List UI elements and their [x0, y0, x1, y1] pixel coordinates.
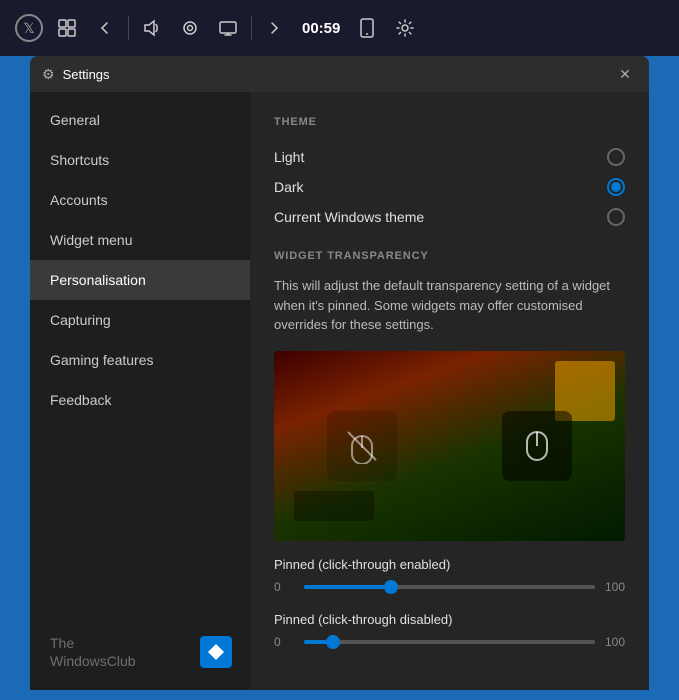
sidebar-item-general[interactable]: General [30, 100, 250, 140]
settings-title: Settings [63, 67, 605, 82]
xbox-icon[interactable]: 𝕏 [10, 9, 48, 47]
sidebar-item-capturing[interactable]: Capturing [30, 300, 250, 340]
divider [128, 16, 129, 40]
settings-content: THEME Light Dark Current Windows theme W… [250, 92, 649, 690]
watermark-line2: WindowsClub [50, 652, 136, 670]
screen-icon[interactable] [209, 9, 247, 47]
windowsclub-logo [200, 636, 232, 668]
slider2-track[interactable] [304, 640, 595, 644]
slider1-max: 100 [605, 580, 625, 594]
settings-window: ⚙ Settings ✕ General Shortcuts Accounts … [30, 56, 649, 690]
settings-titlebar: ⚙ Settings ✕ [30, 56, 649, 92]
transparency-preview [274, 351, 625, 541]
transparency-description: This will adjust the default transparenc… [274, 276, 625, 335]
sidebar-item-shortcuts[interactable]: Shortcuts [30, 140, 250, 180]
theme-option-windows[interactable]: Current Windows theme [274, 202, 625, 232]
time-display: 00:59 [302, 20, 340, 37]
slider2-max: 100 [605, 635, 625, 649]
slider2-min: 0 [274, 635, 294, 649]
settings-gear-icon[interactable] [386, 9, 424, 47]
settings-body: General Shortcuts Accounts Widget menu P… [30, 92, 649, 690]
back-icon[interactable] [86, 9, 124, 47]
slider1-min: 0 [274, 580, 294, 594]
slider2-label: Pinned (click-through disabled) [274, 612, 625, 627]
sidebar-item-personalisation[interactable]: Personalisation [30, 260, 250, 300]
slider2-row: 0 100 [274, 635, 625, 649]
transparency-section-label: WIDGET TRANSPARENCY [274, 250, 625, 262]
slider-clickthrough-disabled: Pinned (click-through disabled) 0 100 [274, 612, 625, 649]
preview-widget-solid [502, 411, 572, 481]
slider1-row: 0 100 [274, 580, 625, 594]
sidebar-item-feedback[interactable]: Feedback [30, 380, 250, 420]
preview-widget-transparent [327, 411, 397, 481]
close-button[interactable]: ✕ [613, 62, 637, 86]
sidebar-item-widget-menu[interactable]: Widget menu [30, 220, 250, 260]
theme-windows-label: Current Windows theme [274, 209, 424, 225]
divider2 [251, 16, 252, 40]
theme-windows-radio[interactable] [607, 208, 625, 226]
watermark-line1: The [50, 634, 136, 652]
slider1-fill [304, 585, 391, 589]
slider1-label: Pinned (click-through enabled) [274, 557, 625, 572]
sidebar-item-accounts[interactable]: Accounts [30, 180, 250, 220]
slider1-track[interactable] [304, 585, 595, 589]
settings-title-icon: ⚙ [42, 66, 55, 83]
watermark: The WindowsClub [50, 634, 136, 670]
theme-dark-radio[interactable] [607, 178, 625, 196]
capture-icon[interactable] [171, 9, 209, 47]
slider2-thumb[interactable] [326, 635, 340, 649]
sidebar-item-gaming-features[interactable]: Gaming features [30, 340, 250, 380]
slider-clickthrough-enabled: Pinned (click-through enabled) 0 100 [274, 557, 625, 594]
theme-light-label: Light [274, 149, 304, 165]
phone-icon[interactable] [348, 9, 386, 47]
sidebar: General Shortcuts Accounts Widget menu P… [30, 92, 250, 690]
theme-option-dark[interactable]: Dark [274, 172, 625, 202]
volume-icon[interactable] [133, 9, 171, 47]
dashboard-icon[interactable] [48, 9, 86, 47]
more-icon[interactable] [256, 9, 294, 47]
theme-option-light[interactable]: Light [274, 142, 625, 172]
theme-dark-label: Dark [274, 179, 304, 195]
slider1-thumb[interactable] [384, 580, 398, 594]
taskbar: 𝕏 00:59 [0, 0, 679, 56]
theme-section-label: THEME [274, 116, 625, 128]
theme-light-radio[interactable] [607, 148, 625, 166]
preview-icons [274, 351, 625, 541]
